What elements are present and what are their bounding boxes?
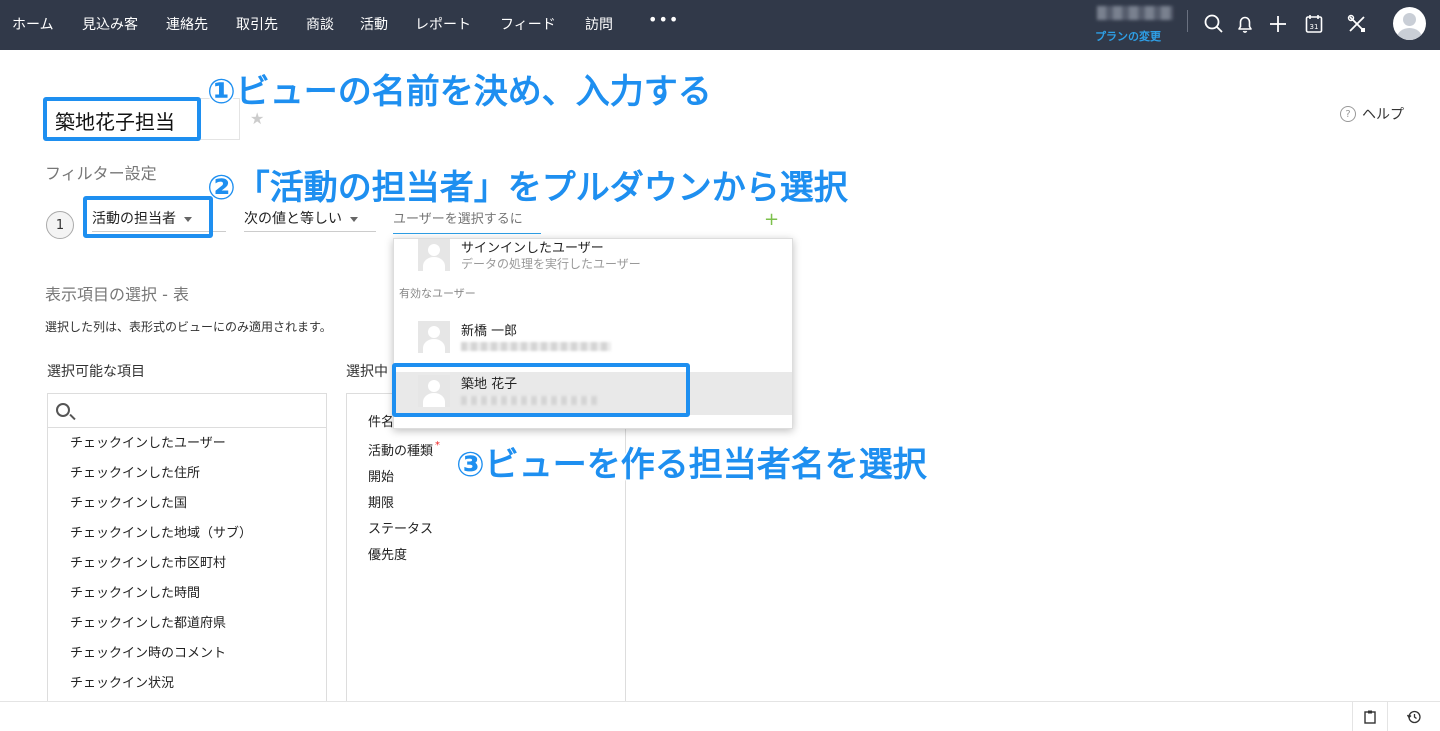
signed-in-user-option[interactable]: サインインしたユーザー [461,239,604,256]
selected-column-label: 活動の種類 [368,444,434,459]
clipboard-icon [1364,710,1376,724]
selected-column-item[interactable]: ステータス [368,518,433,537]
list-item[interactable]: チェックインした国 [70,492,187,511]
list-item[interactable]: チェックインした住所 [70,462,200,481]
annotation-step-1: ①ビューの名前を決め、入力する [207,72,712,112]
columns-note: 選択した列は、表形式のビューにのみ適用されます。 [45,320,332,334]
nav-feeds[interactable]: フィード [500,14,556,34]
filter-operator-select[interactable]: 次の値と等しい [244,202,376,232]
selected-column-item[interactable]: 優先度 [368,544,407,563]
list-item[interactable]: チェックインした都道府県 [70,612,226,631]
calendar-icon[interactable]: 31 [1303,13,1325,35]
top-nav: ホーム 見込み客 連絡先 取引先 商談 活動 レポート フィード 訪問 ••• … [0,0,1440,50]
user-search-input[interactable] [393,212,541,234]
list-item[interactable]: チェックイン時のコメント [70,642,226,661]
required-mark: * [435,440,441,451]
nav-activities[interactable]: 活動 [360,14,388,34]
nav-deals[interactable]: 商談 [306,14,334,34]
plan-change-link[interactable]: プランの変更 [1095,28,1161,44]
available-columns-title: 選択可能な項目 [47,364,145,380]
help-link[interactable]: ? ヘルプ [1340,104,1404,124]
user-option-shimbashi[interactable]: 新橋 一郎 [461,320,517,339]
search-icon[interactable] [1203,13,1225,35]
tools-icon[interactable] [1346,13,1368,35]
user-avatar[interactable] [1393,7,1426,40]
bottom-bar [0,701,1440,731]
active-users-label: 有効なユーザー [399,287,476,300]
selected-column-item[interactable]: 活動の種類 * [368,440,440,459]
chevron-down-icon [350,216,358,222]
list-item[interactable]: チェックインしたユーザー [70,432,226,451]
nav-leads[interactable]: 見込み客 [82,14,138,34]
filter-section-title: フィルター設定 [45,164,157,183]
nav-contacts[interactable]: 連絡先 [166,14,208,34]
highlight-user-option [392,363,690,417]
question-icon: ? [1340,106,1356,122]
nav-accounts[interactable]: 取引先 [236,14,278,34]
nav-home[interactable]: ホーム [12,14,54,34]
selected-columns-title: 選択中 [346,364,388,380]
help-label: ヘルプ [1362,107,1404,123]
list-item[interactable]: チェックインした地域（サブ） [70,522,252,541]
add-condition-icon[interactable]: + [764,209,779,230]
history-button[interactable] [1396,702,1432,731]
columns-section-title: 表示項目の選択 - 表 [45,285,189,304]
nav-more-button[interactable]: ••• [648,10,679,29]
plus-icon[interactable] [1267,13,1289,35]
annotation-step-3: ③ビューを作る担当者名を選択 [456,445,927,485]
calendar-day: 31 [1310,23,1319,31]
highlight-filter-field [83,196,213,238]
selected-column-item[interactable]: 開始 [368,466,394,485]
search-icon [56,403,70,417]
list-item[interactable]: チェックインした市区町村 [70,552,226,571]
user-avatar-icon [418,239,450,271]
clipboard-button[interactable] [1352,702,1388,731]
bell-icon[interactable] [1234,13,1256,35]
available-columns-search[interactable] [48,394,326,428]
nav-visits[interactable]: 訪問 [585,14,613,34]
highlight-view-name [43,97,201,141]
user-org-name-blurred [1097,6,1173,20]
history-icon [1406,710,1421,723]
user-email-blurred [461,342,611,351]
nav-divider [1187,10,1188,32]
nav-reports[interactable]: レポート [415,14,471,34]
user-avatar-icon [418,321,450,353]
filter-number: 1 [46,211,74,239]
filter-operator-value: 次の値と等しい [244,211,342,227]
signed-in-user-desc: データの処理を実行したユーザー [461,257,641,271]
list-item[interactable]: チェックインした時間 [70,582,200,601]
selected-column-item[interactable]: 件名 [368,411,394,430]
selected-column-item[interactable]: 期限 [368,492,394,511]
list-item[interactable]: チェックイン状況 [70,672,174,691]
